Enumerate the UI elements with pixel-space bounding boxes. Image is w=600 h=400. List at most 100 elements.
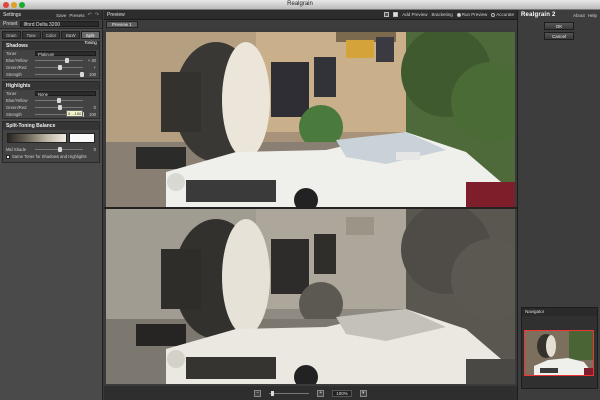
processed-photo	[106, 209, 515, 384]
redo-icon[interactable]: ↷	[95, 12, 99, 18]
mid-shade-slider[interactable]	[35, 147, 83, 152]
settings-title: Settings	[3, 12, 22, 18]
same-toner-row: Same Toner for Shadows and Highlights	[3, 153, 99, 162]
cancel-button[interactable]: Cancel	[544, 32, 574, 40]
highlights-section: Highlights Toner None Blue/Yellow Green/…	[2, 81, 100, 119]
run-preview-radio[interactable]: Run Preview	[456, 12, 488, 17]
accurate-radio-icon	[491, 12, 496, 17]
highlights-title: Highlights	[3, 82, 99, 90]
help-link[interactable]: Help	[588, 13, 597, 18]
zoom-slider[interactable]	[269, 390, 310, 396]
shadows-toner-select[interactable]: Platinum	[35, 51, 96, 57]
shadows-toner-row: Toner Platinum	[3, 50, 99, 57]
highlights-strength-label: Strength	[6, 112, 22, 117]
shadows-strength-value: 100	[89, 72, 96, 77]
preset-label: Preset	[3, 21, 18, 27]
save-button[interactable]: Save	[56, 13, 66, 18]
app-logo: Realgrain 2	[521, 12, 556, 18]
zoom-in-icon[interactable]: +	[317, 389, 325, 397]
preview-tabs: Preview 1	[104, 20, 517, 29]
tab-grain[interactable]: Grain	[2, 31, 21, 39]
run-preview-radio-icon	[456, 12, 461, 17]
presets-button[interactable]: Presets	[69, 13, 84, 18]
processed-image[interactable]	[106, 209, 515, 384]
highlights-green-red-value: 0	[93, 105, 96, 110]
shadows-blue-yellow-slider[interactable]	[35, 58, 83, 63]
shadows-toner-label: Toner	[6, 51, 17, 56]
window-title: Realgrain	[287, 1, 313, 7]
zoom-bar: − + 100% ▾	[104, 386, 517, 400]
slider-thumb[interactable]	[56, 98, 61, 103]
preset-row: Preset Ilford Delta 3200	[0, 20, 102, 29]
original-photo	[106, 32, 515, 207]
toning-gradient	[7, 133, 67, 143]
navigator-viewport-frame[interactable]	[524, 330, 594, 376]
highlights-blue-yellow-slider[interactable]	[35, 98, 83, 103]
undo-icon[interactable]: ↶	[88, 12, 92, 18]
balance-title: Split-Toning Balance	[3, 122, 99, 130]
slider-thumb[interactable]	[64, 58, 69, 63]
accurate-label: Accurate	[496, 12, 514, 17]
shadows-strength-slider[interactable]	[35, 72, 84, 77]
window-titlebar: Realgrain	[0, 0, 600, 10]
highlights-toner-row: Toner None	[3, 90, 99, 97]
slider-thumb[interactable]	[58, 147, 63, 152]
navigator-panel: Navigator	[521, 307, 598, 389]
preview-toolbar: Preview Add Preview Bracketing Run Previ…	[104, 10, 517, 20]
mid-shade-label: Mid Shade	[6, 147, 27, 152]
shadows-blue-yellow-row: Blue/Yellow + 30	[3, 57, 99, 64]
mid-shade-value: 0	[93, 147, 96, 152]
shadows-strength-label: Strength	[6, 72, 22, 77]
tab-color[interactable]: Color	[41, 31, 61, 39]
split-view-icon[interactable]	[393, 12, 399, 17]
highlights-strength-value: 100	[89, 112, 96, 117]
highlight-swatch	[69, 133, 95, 143]
settings-panel: Settings Save Presets ↶ ↷ Preset Ilford …	[0, 10, 103, 400]
tab-split-toning[interactable]: Split-Toning	[81, 31, 100, 45]
ok-button[interactable]: OK	[544, 22, 574, 30]
slider-thumb[interactable]	[58, 65, 63, 70]
settings-header: Settings Save Presets ↶ ↷	[0, 10, 102, 20]
bracketing-button[interactable]: Bracketing	[431, 12, 452, 17]
brand-bar: Realgrain 2 About Help	[518, 10, 600, 20]
zoom-out-icon[interactable]: −	[254, 389, 262, 397]
shadows-blue-yellow-label: Blue/Yellow	[6, 58, 28, 63]
about-link[interactable]: About	[573, 13, 585, 18]
tab-tone[interactable]: Tone	[21, 31, 41, 39]
highlights-toner-label: Toner	[6, 91, 17, 96]
tab-preview-1[interactable]: Preview 1	[106, 21, 138, 28]
zoom-select[interactable]: 100%	[332, 389, 352, 397]
run-preview-label: Run Preview	[461, 12, 488, 17]
balance-preview	[7, 133, 95, 143]
mid-shade-row: Mid Shade 0	[3, 146, 99, 153]
settings-tabs: Grain Tone Color B&W Split-Toning	[0, 29, 102, 45]
navigator-title: Navigator	[522, 308, 597, 316]
same-toner-label: Same Toner for Shadows and Highlights	[12, 154, 87, 159]
zoom-dropdown-icon[interactable]: ▾	[359, 389, 367, 397]
shadows-green-red-row: Green/Red +	[3, 64, 99, 71]
highlights-strength-row: Strength 100	[3, 111, 99, 118]
slider-thumb[interactable]	[58, 105, 63, 110]
single-view-icon[interactable]	[384, 12, 390, 17]
original-image[interactable]	[106, 32, 515, 207]
highlights-green-red-label: Green/Red	[6, 105, 27, 110]
shadows-blue-yellow-value: + 30	[87, 58, 96, 63]
highlights-toner-select[interactable]: None	[35, 91, 96, 97]
slider-thumb[interactable]	[79, 72, 84, 77]
add-preview-button[interactable]: Add Preview	[402, 12, 427, 17]
highlights-blue-yellow-row: Blue/Yellow	[3, 97, 99, 104]
highlights-green-red-slider[interactable]	[35, 105, 83, 110]
shadows-green-red-value: +	[93, 65, 96, 70]
right-panel: Realgrain 2 About Help OK Cancel Navigat…	[517, 10, 600, 400]
same-toner-checkbox[interactable]	[6, 154, 10, 159]
balance-section: Split-Toning Balance Mid Shade 0 Same To…	[2, 121, 100, 163]
shadows-green-red-label: Green/Red	[6, 65, 27, 70]
shadows-green-red-slider[interactable]	[35, 65, 83, 70]
zoom-slider-thumb[interactable]	[271, 390, 275, 396]
preview-area: Preview Add Preview Bracketing Run Previ…	[104, 10, 517, 400]
highlights-blue-yellow-label: Blue/Yellow	[6, 98, 28, 103]
tab-bw[interactable]: B&W	[61, 31, 81, 39]
preset-select[interactable]: Ilford Delta 3200	[20, 21, 99, 28]
preview-title: Preview	[107, 11, 125, 18]
accurate-radio[interactable]: Accurate	[491, 12, 514, 17]
